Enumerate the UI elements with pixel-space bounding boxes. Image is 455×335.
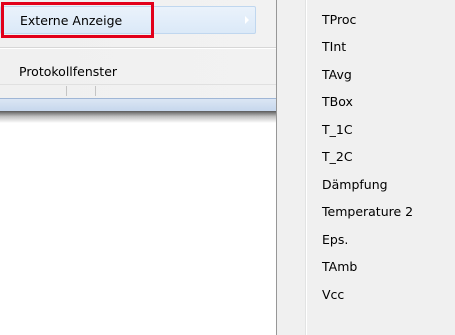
menu-bottom-line <box>0 84 276 85</box>
window-body <box>0 123 276 335</box>
submenu-icon-gutter <box>277 0 306 335</box>
submenu-externe-anzeige: TProc TInt TAvg TBox T_1C T_2C Dämpfung … <box>276 0 455 335</box>
menu-item-label: Externe Anzeige <box>20 13 123 28</box>
submenu-item-vcc[interactable]: Vcc <box>322 282 344 308</box>
submenu-item-tint[interactable]: TInt <box>322 34 346 60</box>
menu-item-externe-anzeige[interactable]: Externe Anzeige <box>0 6 256 34</box>
submenu-gutter-highlight <box>306 0 307 335</box>
context-menu: Externe Anzeige Protokollfenster <box>0 0 306 99</box>
menu-item-protokollfenster[interactable]: Protokollfenster <box>0 58 295 86</box>
toolbar-shadow <box>0 111 276 123</box>
column-divider <box>66 86 67 96</box>
submenu-item-tbox[interactable]: TBox <box>322 89 353 115</box>
submenu-item-tamb[interactable]: TAmb <box>322 254 357 280</box>
submenu-arrow-icon <box>245 16 249 24</box>
submenu-item-tavg[interactable]: TAvg <box>322 62 352 88</box>
submenu-item-eps[interactable]: Eps. <box>322 227 348 253</box>
submenu-item-daempfung[interactable]: Dämpfung <box>322 172 388 198</box>
menu-item-label: Protokollfenster <box>19 64 118 79</box>
column-divider <box>95 86 96 96</box>
toolbar-strip <box>0 98 276 112</box>
submenu-item-tproc[interactable]: TProc <box>322 7 356 33</box>
submenu-item-temperature-2[interactable]: Temperature 2 <box>322 199 413 225</box>
menu-separator-light <box>0 48 276 49</box>
submenu-item-t1c[interactable]: T_1C <box>322 117 353 143</box>
submenu-item-t2c[interactable]: T_2C <box>322 144 353 170</box>
